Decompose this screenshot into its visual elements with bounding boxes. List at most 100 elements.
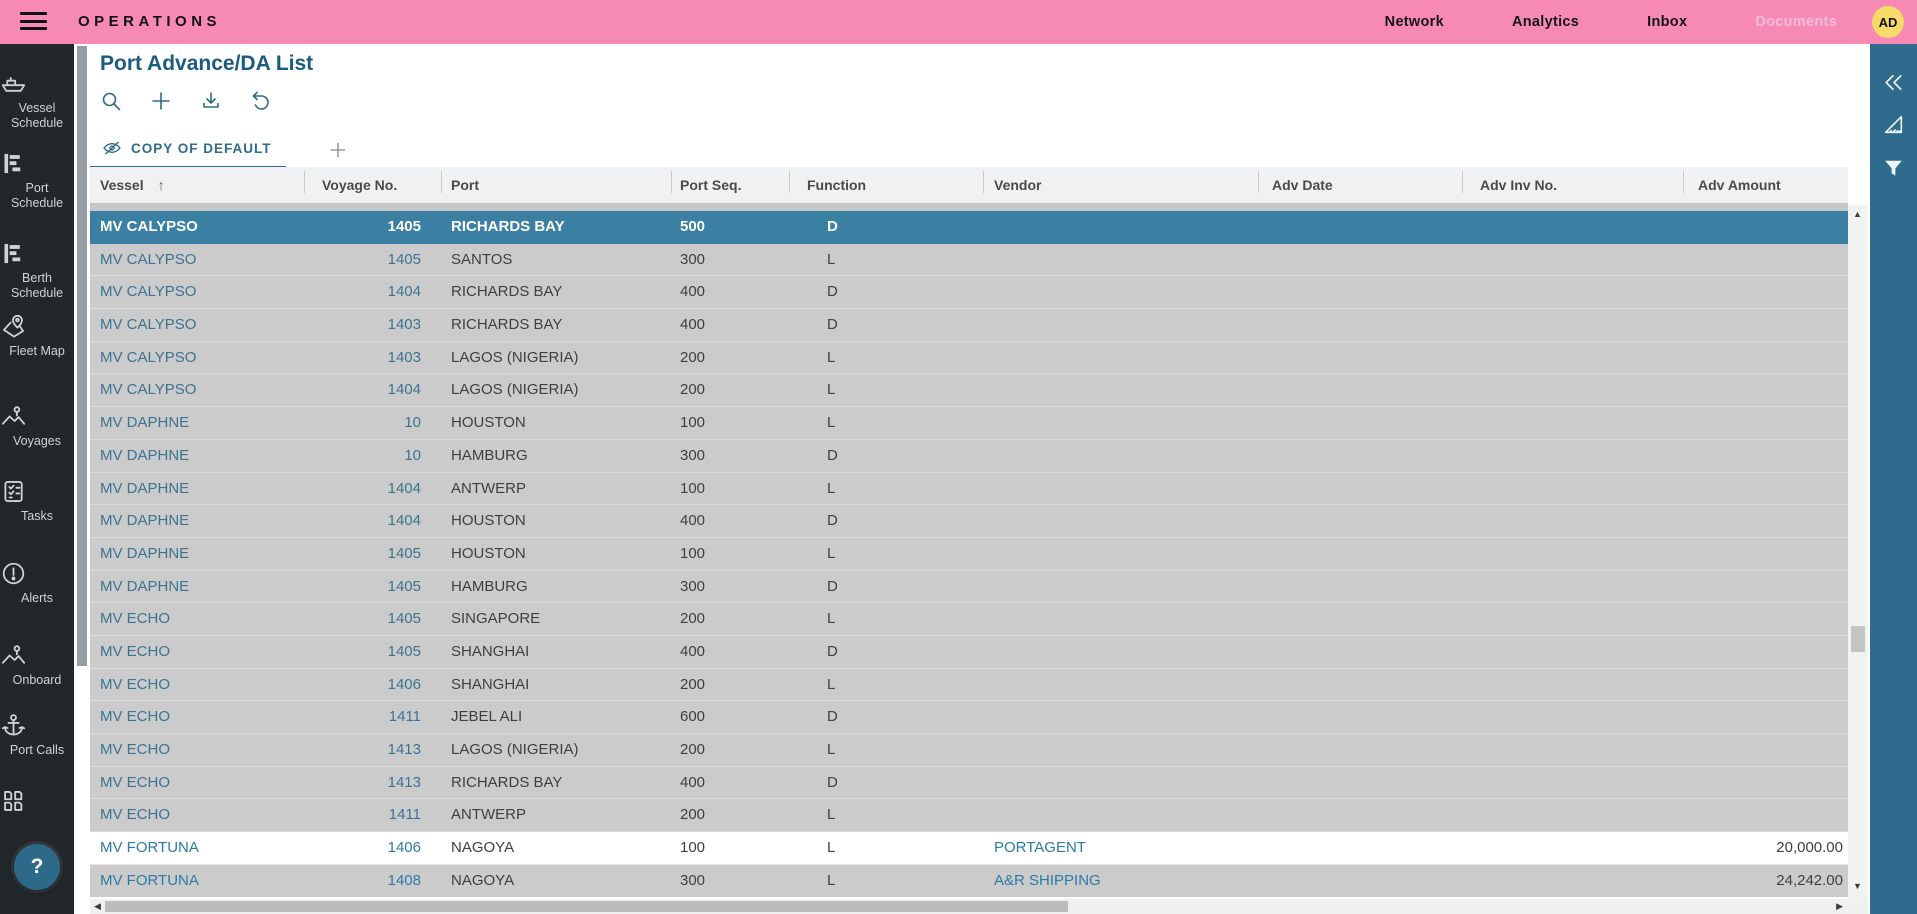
table-row[interactable]: MV ECHO1411JEBEL ALI600D bbox=[90, 701, 1848, 734]
cell-vessel[interactable]: MV FORTUNA bbox=[90, 865, 304, 898]
column-header-function[interactable]: Function bbox=[789, 167, 983, 203]
column-header-port[interactable]: Port bbox=[441, 167, 671, 203]
cell-voyage_no[interactable]: 1413 bbox=[304, 734, 441, 767]
table-row[interactable]: MV DAPHNE1404ANTWERP100L bbox=[90, 473, 1848, 506]
cell-vessel[interactable]: MV ECHO bbox=[90, 669, 304, 702]
scroll-left-arrow-icon[interactable]: ◀ bbox=[94, 902, 101, 911]
sidebar-item-port-calls[interactable]: Port Calls bbox=[0, 712, 74, 758]
help-button[interactable]: ? bbox=[14, 844, 60, 890]
table-row[interactable]: MV CALYPSO1403RICHARDS BAY400D bbox=[90, 309, 1848, 342]
column-header-vendor[interactable]: Vendor bbox=[983, 167, 1258, 203]
cell-voyage_no[interactable]: 1404 bbox=[304, 473, 441, 506]
horizontal-scrollbar-thumb[interactable] bbox=[105, 901, 1068, 912]
sidebar-item-fleet-map[interactable]: Fleet Map bbox=[0, 313, 74, 359]
table-row[interactable]: MV ECHO1411ANTWERP200L bbox=[90, 799, 1848, 832]
table-row[interactable]: MV CALYPSO1405RICHARDS BAY500D bbox=[90, 211, 1848, 244]
cell-voyage_no[interactable]: 1413 bbox=[304, 767, 441, 800]
cell-voyage_no[interactable]: 1403 bbox=[304, 342, 441, 375]
cell-vessel[interactable]: MV DAPHNE bbox=[90, 571, 304, 604]
measure-button[interactable] bbox=[1870, 104, 1917, 144]
scroll-up-arrow-icon[interactable]: ▲ bbox=[1853, 210, 1862, 219]
topnav-inbox[interactable]: Inbox bbox=[1647, 14, 1687, 30]
cell-voyage_no[interactable]: 1404 bbox=[304, 505, 441, 538]
cell-voyage_no[interactable]: 1406 bbox=[304, 669, 441, 702]
download-button[interactable] bbox=[196, 86, 226, 116]
cell-vessel[interactable]: MV DAPHNE bbox=[90, 407, 304, 440]
sidebar-item-vessel-schedule[interactable]: Vessel Schedule bbox=[0, 70, 74, 130]
table-row[interactable]: MV DAPHNE1405HAMBURG300D bbox=[90, 571, 1848, 604]
filter-button[interactable] bbox=[1870, 148, 1917, 188]
sidebar-item-tasks[interactable]: Tasks bbox=[0, 478, 74, 524]
table-row[interactable]: MV CALYPSO1404LAGOS (NIGERIA)200L bbox=[90, 374, 1848, 407]
topnav-documents[interactable]: Documents bbox=[1755, 14, 1837, 30]
table-row[interactable]: MV ECHO1413LAGOS (NIGERIA)200L bbox=[90, 734, 1848, 767]
sidebar-item-documents[interactable] bbox=[0, 788, 74, 815]
tab-copy-of-default[interactable]: COPY OF DEFAULT bbox=[90, 130, 286, 170]
cell-voyage_no[interactable]: 10 bbox=[304, 407, 441, 440]
cell-voyage_no[interactable]: 1405 bbox=[304, 571, 441, 604]
cell-vessel[interactable]: MV ECHO bbox=[90, 767, 304, 800]
cell-voyage_no[interactable]: 1405 bbox=[304, 538, 441, 571]
table-row[interactable]: MV ECHO1405SHANGHAI400D bbox=[90, 636, 1848, 669]
cell-voyage_no[interactable]: 10 bbox=[304, 440, 441, 473]
cell-vessel[interactable]: MV ECHO bbox=[90, 636, 304, 669]
cell-vendor[interactable]: A&R SHIPPING bbox=[983, 865, 1258, 898]
sidebar-item-onboard[interactable]: Onboard bbox=[0, 642, 74, 688]
undo-button[interactable] bbox=[246, 86, 276, 116]
table-row[interactable]: MV ECHO1413RICHARDS BAY400D bbox=[90, 767, 1848, 800]
table-row[interactable]: MV CALYPSO1405SANTOS300L bbox=[90, 244, 1848, 277]
table-row[interactable]: MV CALYPSO1403LAGOS (NIGERIA)200L bbox=[90, 342, 1848, 375]
sidebar-item-port-schedule[interactable]: Port Schedule bbox=[0, 150, 74, 210]
sidebar-scrollbar-thumb[interactable] bbox=[77, 46, 87, 666]
cell-vessel[interactable]: MV ECHO bbox=[90, 734, 304, 767]
cell-vessel[interactable]: MV DAPHNE bbox=[90, 473, 304, 506]
cell-vessel[interactable]: MV CALYPSO bbox=[90, 342, 304, 375]
cell-vessel[interactable]: MV DAPHNE bbox=[90, 505, 304, 538]
sidebar-item-berth-schedule[interactable]: Berth Schedule bbox=[0, 240, 74, 300]
cell-voyage_no[interactable]: 1408 bbox=[304, 865, 441, 898]
table-row[interactable]: MV DAPHNE1404HOUSTON400D bbox=[90, 505, 1848, 538]
cell-voyage_no[interactable]: 1411 bbox=[304, 799, 441, 832]
table-row[interactable]: MV FORTUNA1408NAGOYA300LA&R SHIPPING24,2… bbox=[90, 865, 1848, 898]
table-row[interactable]: MV DAPHNE10HAMBURG300D bbox=[90, 440, 1848, 473]
scroll-down-arrow-icon[interactable]: ▼ bbox=[1853, 882, 1862, 891]
cell-vendor[interactable]: PORTAGENT bbox=[983, 832, 1258, 865]
cell-vessel[interactable]: MV ECHO bbox=[90, 603, 304, 636]
cell-vessel[interactable]: MV DAPHNE bbox=[90, 440, 304, 473]
column-header-adv_inv_no[interactable]: Adv Inv No. bbox=[1462, 167, 1683, 203]
table-row[interactable]: MV ECHO1405SINGAPORE200L bbox=[90, 603, 1848, 636]
search-button[interactable] bbox=[96, 86, 126, 116]
table-row[interactable]: MV CALYPSO1404RICHARDS BAY400D bbox=[90, 276, 1848, 309]
cell-voyage_no[interactable]: 1411 bbox=[304, 701, 441, 734]
cell-voyage_no[interactable]: 1406 bbox=[304, 832, 441, 865]
table-row[interactable]: MV DAPHNE1405HOUSTON100L bbox=[90, 538, 1848, 571]
horizontal-scrollbar[interactable]: ◀ ▶ bbox=[90, 899, 1848, 914]
cell-vessel[interactable]: MV CALYPSO bbox=[90, 244, 304, 277]
sidebar-item-voyages[interactable]: Voyages bbox=[0, 403, 74, 449]
cell-vessel[interactable]: MV FORTUNA bbox=[90, 832, 304, 865]
cell-vessel[interactable]: MV CALYPSO bbox=[90, 211, 304, 244]
cell-vessel[interactable]: MV ECHO bbox=[90, 701, 304, 734]
cell-vessel[interactable]: MV DAPHNE bbox=[90, 538, 304, 571]
cell-voyage_no[interactable]: 1403 bbox=[304, 309, 441, 342]
avatar[interactable]: AD bbox=[1872, 6, 1904, 38]
vertical-scrollbar-thumb[interactable] bbox=[1851, 626, 1865, 652]
topnav-analytics[interactable]: Analytics bbox=[1512, 14, 1579, 30]
column-header-port_seq[interactable]: Port Seq. bbox=[671, 167, 789, 203]
cell-voyage_no[interactable]: 1405 bbox=[304, 244, 441, 277]
cell-voyage_no[interactable]: 1404 bbox=[304, 374, 441, 407]
cell-vessel[interactable]: MV CALYPSO bbox=[90, 309, 304, 342]
scroll-right-arrow-icon[interactable]: ▶ bbox=[1836, 902, 1843, 911]
sidebar-item-alerts[interactable]: Alerts bbox=[0, 560, 74, 606]
collapse-button[interactable] bbox=[1870, 62, 1917, 102]
hamburger-menu-icon[interactable] bbox=[20, 12, 47, 32]
cell-voyage_no[interactable]: 1405 bbox=[304, 211, 441, 244]
column-header-adv_date[interactable]: Adv Date bbox=[1258, 167, 1462, 203]
add-button[interactable] bbox=[146, 86, 176, 116]
table-row[interactable]: MV FORTUNA1406NAGOYA100LPORTAGENT20,000.… bbox=[90, 832, 1848, 865]
cell-vessel[interactable]: MV CALYPSO bbox=[90, 374, 304, 407]
column-header-voyage_no[interactable]: Voyage No. bbox=[304, 167, 441, 203]
add-view-tab-button[interactable] bbox=[322, 134, 354, 166]
cell-voyage_no[interactable]: 1404 bbox=[304, 276, 441, 309]
table-row[interactable]: MV DAPHNE10HOUSTON100L bbox=[90, 407, 1848, 440]
